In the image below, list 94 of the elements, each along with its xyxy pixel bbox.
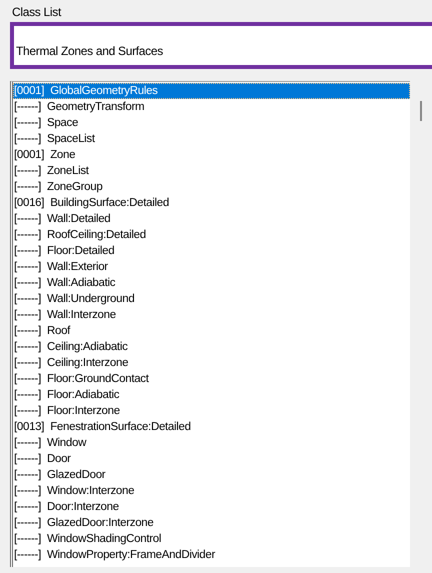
- item-count: [------]: [14, 404, 41, 419]
- item-count: [------]: [14, 276, 41, 291]
- item-name: Roof: [46, 324, 70, 339]
- item-count: [------]: [14, 500, 41, 515]
- item-count: [0016]: [14, 196, 44, 211]
- item-count: [0013]: [14, 420, 44, 435]
- list-item[interactable]: [------] Wall:Detailed: [13, 211, 410, 227]
- item-name: Window: [46, 436, 86, 451]
- item-count: [------]: [14, 436, 41, 451]
- item-name: Wall:Underground: [46, 292, 134, 307]
- list-item[interactable]: [------] Floor:GroundContact: [13, 371, 410, 387]
- item-name: SpaceList: [46, 132, 95, 147]
- item-count: [------]: [14, 356, 41, 371]
- filter-field[interactable]: Thermal Zones and Surfaces: [10, 22, 432, 69]
- item-count: [------]: [14, 532, 41, 547]
- item-name: GlazedDoor: [46, 468, 106, 483]
- list-item[interactable]: [------] Floor:Adiabatic: [13, 387, 410, 403]
- list-item[interactable]: [------] WindowShadingControl: [13, 531, 410, 547]
- list-item[interactable]: [------] SpaceList: [13, 131, 410, 147]
- item-name: Ceiling:Adiabatic: [46, 340, 128, 355]
- item-count: [------]: [14, 132, 41, 147]
- item-name: Door:Interzone: [46, 500, 119, 515]
- list-item[interactable]: [------] Floor:Detailed: [13, 243, 410, 259]
- list-item[interactable]: [------] Wall:Exterior: [13, 259, 410, 275]
- item-name: GlazedDoor:Interzone: [46, 516, 154, 531]
- item-count: [------]: [14, 516, 41, 531]
- list-item[interactable]: [------] GlazedDoor: [13, 467, 410, 483]
- item-count: [------]: [14, 164, 41, 179]
- item-name: Space: [46, 116, 78, 131]
- list-item[interactable]: [------] WindowProperty:FrameAndDivider: [13, 547, 410, 563]
- item-name: WindowShadingControl: [46, 532, 162, 547]
- item-name: WindowProperty:FrameAndDivider: [46, 548, 216, 563]
- list-item[interactable]: [------] Door: [13, 451, 410, 467]
- item-name: Floor:Adiabatic: [46, 388, 120, 403]
- list-item[interactable]: [0001] Zone: [13, 147, 410, 163]
- list-item[interactable]: [------] Wall:Adiabatic: [13, 275, 410, 291]
- list-item[interactable]: [------] Ceiling:Interzone: [13, 355, 410, 371]
- list-item[interactable]: [0013] FenestrationSurface:Detailed: [13, 419, 410, 435]
- item-name: Floor:Detailed: [46, 244, 114, 259]
- item-count: [------]: [14, 100, 41, 115]
- list-item[interactable]: [------] RoofCeiling:Detailed: [13, 227, 410, 243]
- item-count: [------]: [14, 388, 41, 403]
- list-item[interactable]: [0001] GlobalGeometryRules: [13, 83, 410, 99]
- class-listbox[interactable]: [10, 81, 410, 567]
- list-item[interactable]: [------] Window:Interzone: [13, 483, 410, 499]
- item-name: Floor:GroundContact: [46, 372, 149, 387]
- list-item[interactable]: [------] Window: [13, 435, 410, 451]
- item-name: Zone: [50, 148, 76, 163]
- list-item[interactable]: [------] Door:Interzone: [13, 499, 410, 515]
- item-count: [------]: [14, 292, 41, 307]
- item-count: [------]: [14, 340, 41, 355]
- item-count: [0001]: [14, 148, 44, 163]
- list-item[interactable]: [------] ZoneGroup: [13, 179, 410, 195]
- list-item[interactable]: [0016] BuildingSurface:Detailed: [13, 195, 410, 211]
- item-name: BuildingSurface:Detailed: [50, 196, 169, 211]
- list-item[interactable]: [------] Floor:Interzone: [13, 403, 410, 419]
- item-name: FenestrationSurface:Detailed: [50, 420, 191, 435]
- list-item[interactable]: [------] GlazedDoor:Interzone: [13, 515, 410, 531]
- list-item[interactable]: [------] Roof: [13, 323, 410, 339]
- item-name: ZoneGroup: [46, 180, 102, 195]
- item-name: Window:Interzone: [46, 484, 134, 499]
- item-count: [0001]: [14, 84, 44, 99]
- item-count: [------]: [14, 308, 41, 323]
- list-item[interactable]: [------] ZoneList: [13, 163, 410, 179]
- item-count: [------]: [14, 212, 41, 227]
- item-name: Wall:Adiabatic: [46, 276, 116, 291]
- list-item[interactable]: [------] Space: [13, 115, 410, 131]
- list-item[interactable]: [------] GeometryTransform: [13, 99, 410, 115]
- item-name: Floor:Interzone: [46, 404, 120, 419]
- item-name: Wall:Interzone: [46, 308, 116, 323]
- item-count: [------]: [14, 228, 41, 243]
- item-count: [------]: [14, 244, 41, 259]
- class-list-label: Class List: [12, 4, 62, 20]
- item-name: Ceiling:Interzone: [46, 356, 128, 371]
- item-name: Door: [46, 452, 71, 467]
- item-count: [------]: [14, 116, 41, 131]
- item-count: [------]: [14, 260, 41, 275]
- scrollbar-thumb[interactable]: [420, 101, 422, 121]
- item-count: [------]: [14, 548, 41, 563]
- item-name: Wall:Detailed: [46, 212, 110, 227]
- item-count: [------]: [14, 180, 41, 195]
- item-count: [------]: [14, 452, 41, 467]
- item-name: GeometryTransform: [46, 100, 144, 115]
- item-count: [------]: [14, 324, 41, 339]
- item-name: GlobalGeometryRules: [50, 84, 158, 99]
- list-item[interactable]: [------] Wall:Interzone: [13, 307, 410, 323]
- list-item[interactable]: [------] Ceiling:Adiabatic: [13, 339, 410, 355]
- item-name: ZoneList: [46, 164, 89, 179]
- item-count: [------]: [14, 484, 41, 499]
- item-count: [------]: [14, 372, 41, 387]
- item-name: Wall:Exterior: [46, 260, 108, 275]
- item-count: [------]: [14, 468, 41, 483]
- item-name: RoofCeiling:Detailed: [46, 228, 146, 243]
- list-item[interactable]: [------] Wall:Underground: [13, 291, 410, 307]
